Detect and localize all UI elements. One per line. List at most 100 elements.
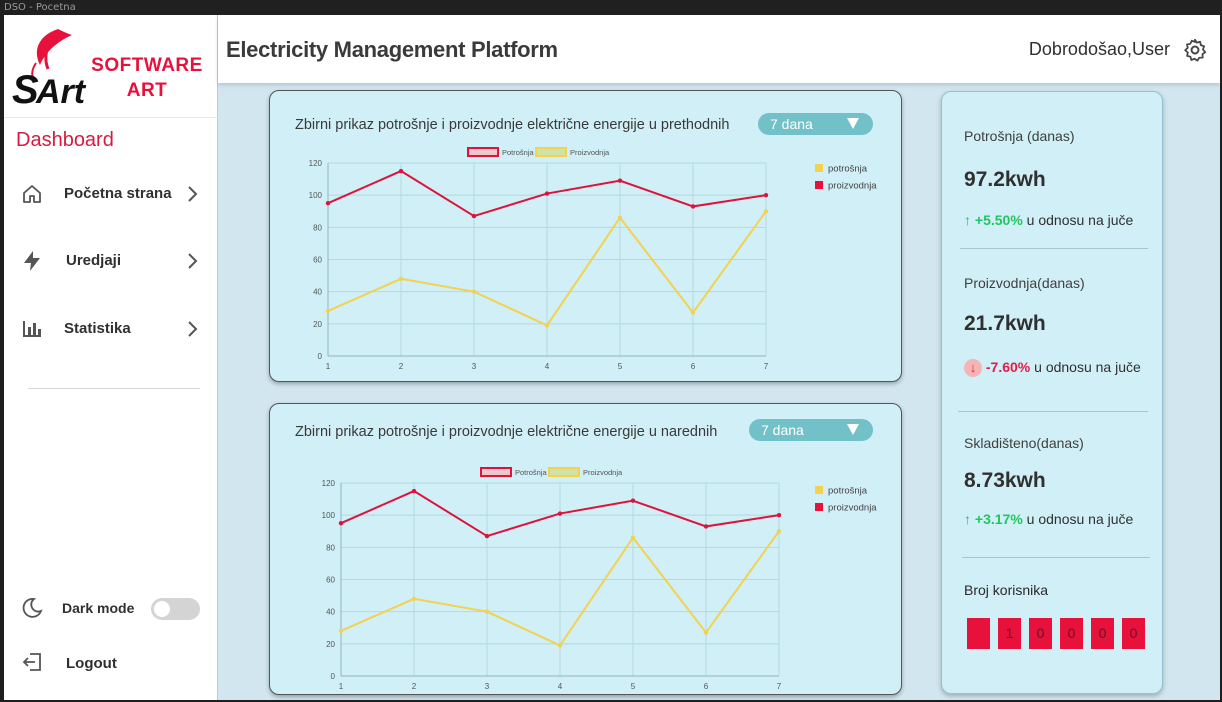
welcome-text: Dobrodošao,User <box>1028 39 1170 59</box>
sidebar-item-statistika[interactable]: Statistika <box>4 309 218 349</box>
data-point <box>471 213 477 219</box>
period-select[interactable]: 7 dana <box>749 419 873 441</box>
arrow-up-icon: ↑ <box>964 511 971 527</box>
users-count-digit: 0 <box>1029 618 1052 649</box>
data-point <box>630 498 636 503</box>
y-tick-label: 80 <box>313 223 322 232</box>
stats-divider <box>960 248 1148 249</box>
data-point <box>398 168 404 174</box>
window-title: DSO - Pocetna <box>0 0 1222 15</box>
chevron-right-icon <box>188 321 198 337</box>
sidebar-divider <box>28 388 200 389</box>
x-tick-label: 2 <box>399 362 404 371</box>
data-point <box>776 512 782 518</box>
legend-label: Potrošnja <box>502 148 535 157</box>
y-tick-label: 60 <box>326 576 335 585</box>
y-tick-label: 0 <box>331 672 336 681</box>
y-tick-label: 80 <box>326 543 335 552</box>
legend-label: proizvodnja <box>828 181 877 192</box>
users-count-digit: 0 <box>1060 618 1083 649</box>
legend-label: Potrošnja <box>515 468 548 477</box>
data-point <box>617 215 623 220</box>
stored-change-suffix: u odnosu na juče <box>1022 511 1134 527</box>
stored-label: Skladišteno(danas) <box>964 435 1084 451</box>
data-point <box>338 521 344 526</box>
brand-logo[interactable]: S Art SOFTWARE ART <box>4 15 218 118</box>
dark-mode-toggle[interactable] <box>151 598 200 620</box>
users-count-digit: 0 <box>1091 618 1114 649</box>
consumption-change: ↑ +5.50% u odnosu na juče <box>964 212 1133 228</box>
brand-line-2: ART <box>126 80 168 101</box>
data-point <box>763 209 769 214</box>
consumption-label: Potrošnja (danas) <box>964 128 1075 144</box>
users-count-digit: 0 <box>1122 618 1145 649</box>
consumption-value: 97.2kwh <box>964 168 1046 191</box>
stored-change: ↑ +3.17% u odnosu na juče <box>964 511 1133 527</box>
sidebar-item-label: Uredjaji <box>66 252 122 269</box>
y-tick-label: 20 <box>313 320 322 329</box>
chevron-right-icon <box>188 186 198 202</box>
toggle-knob <box>154 601 170 617</box>
data-point <box>557 511 563 516</box>
period-select-value: 7 dana <box>761 422 804 438</box>
sidebar-item-label: Početna strana <box>64 185 172 202</box>
legend-swatch <box>815 181 823 189</box>
software-art-logo-mark: S Art <box>12 29 87 111</box>
y-tick-label: 100 <box>309 191 323 200</box>
legend-swatch <box>815 486 823 494</box>
data-point <box>411 596 417 601</box>
page-title: Electricity Management Platform <box>226 37 558 62</box>
period-select-value: 7 dana <box>770 116 813 132</box>
legend-label: Proizvodnja <box>570 148 610 157</box>
legend-label: potrošnja <box>828 164 868 175</box>
legend-label: potrošnja <box>828 486 868 497</box>
data-point <box>325 308 331 314</box>
production-value: 21.7kwh <box>964 312 1046 335</box>
line-chart-next: 0 20 40 60 80 100 120 1 2 3 4 5 6 7 Potrošnja Proizvodn… <box>322 467 877 691</box>
x-tick-label: 4 <box>558 682 563 691</box>
y-tick-label: 40 <box>326 608 335 617</box>
y-tick-label: 120 <box>322 479 336 488</box>
data-point <box>484 609 490 614</box>
x-tick-label: 6 <box>691 362 696 371</box>
arrow-down-icon: ↓ <box>964 359 982 377</box>
chart-card-title: Zbirni prikaz potrošnje i proizvodnje el… <box>295 117 730 133</box>
dropdown-arrow-icon <box>847 424 859 435</box>
brand-line-1: SOFTWARE <box>91 55 203 76</box>
data-point <box>398 276 404 281</box>
moon-icon <box>22 598 43 618</box>
logout-button[interactable]: Logout <box>4 644 218 680</box>
svg-text:Art: Art <box>35 73 87 111</box>
chart-card-previous: Zbirni prikaz potrošnje i proizvodnje el… <box>269 90 902 382</box>
sidebar-item-uredjaji[interactable]: Uredjaji <box>4 241 218 281</box>
dark-mode-label: Dark mode <box>62 600 135 616</box>
data-point <box>338 628 344 634</box>
logout-label: Logout <box>66 655 117 672</box>
stats-divider <box>958 411 1148 412</box>
users-count-digit <box>967 618 990 649</box>
chart-card-title: Zbirni prikaz potrošnje i proizvodnje el… <box>295 424 718 440</box>
svg-text:S: S <box>12 68 39 111</box>
data-point <box>703 630 709 635</box>
data-point <box>544 191 550 196</box>
gear-icon[interactable] <box>1182 37 1208 63</box>
data-point <box>703 524 709 529</box>
y-tick-label: 40 <box>313 288 322 297</box>
sidebar-item-pocetna-strana[interactable]: Početna strana <box>4 174 218 214</box>
x-tick-label: 1 <box>326 362 331 371</box>
dropdown-arrow-icon <box>847 118 859 129</box>
y-tick-label: 60 <box>313 256 322 265</box>
chevron-right-icon <box>188 253 198 269</box>
data-point <box>471 289 477 294</box>
period-select[interactable]: 7 dana <box>758 113 873 135</box>
legend-label: Proizvodnja <box>583 468 623 477</box>
data-point <box>630 535 636 540</box>
bar-chart-icon <box>23 321 41 337</box>
x-tick-label: 3 <box>472 362 477 371</box>
production-change: ↓ -7.60% u odnosu na juče <box>964 359 1141 377</box>
legend-label: proizvodnja <box>828 503 877 514</box>
y-tick-label: 100 <box>322 511 336 520</box>
data-point <box>617 178 623 183</box>
brand-name: SOFTWARE ART <box>88 53 206 103</box>
line-chart-previous: 0 20 40 60 80 100 120 1 2 3 4 5 6 7 Potrošnja Proizvodn… <box>309 147 877 371</box>
